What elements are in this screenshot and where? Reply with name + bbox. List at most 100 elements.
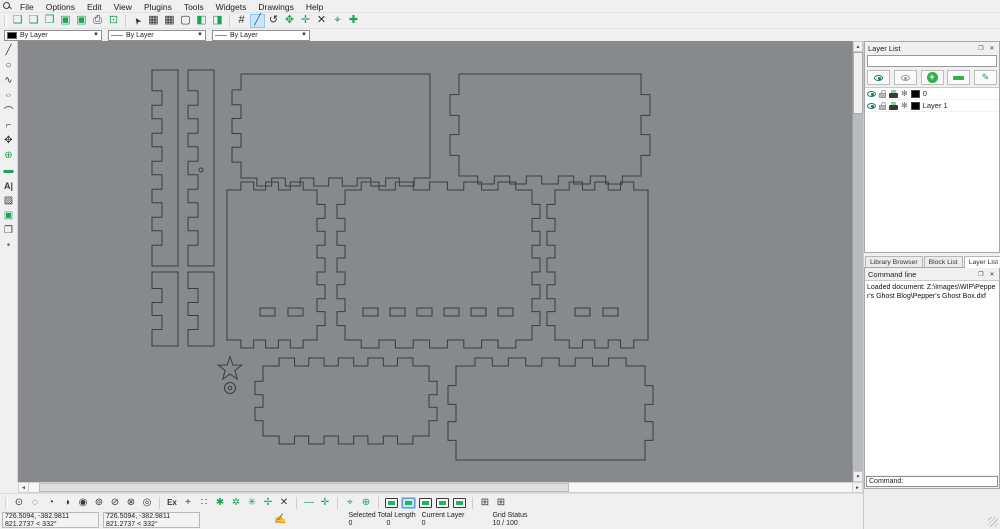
menu-tools[interactable]: Tools: [179, 2, 209, 12]
layer-name[interactable]: Layer 1: [923, 101, 948, 110]
panel-mid-left-slot[interactable]: [260, 308, 275, 316]
toolbar-handle[interactable]: [5, 497, 8, 509]
relative-zero-icon[interactable]: ⌖: [343, 496, 357, 510]
layer-visible-icon[interactable]: [867, 91, 876, 97]
order-down-icon[interactable]: ◧: [194, 14, 209, 28]
export-image-2-icon[interactable]: ▦: [162, 14, 177, 28]
snap-distance-icon[interactable]: ⊘: [108, 496, 122, 510]
panel-mid-right-slot[interactable]: [603, 308, 618, 316]
save-icon[interactable]: ▣: [58, 14, 73, 28]
command-input[interactable]: Command:: [866, 476, 998, 487]
node-near-icon[interactable]: ✢: [261, 496, 275, 510]
strip-c[interactable]: [152, 272, 178, 346]
export-image-icon[interactable]: ▦: [146, 14, 161, 28]
vertical-scroll-thumb[interactable]: [853, 52, 863, 114]
width-combo[interactable]: By Layer ▼: [108, 30, 206, 41]
menu-file[interactable]: File: [15, 2, 39, 12]
print-icon[interactable]: ⎙: [90, 14, 105, 28]
drawing-canvas[interactable]: [18, 41, 852, 482]
scroll-right-icon[interactable]: ►: [852, 482, 863, 493]
snap-center-icon[interactable]: ◉: [76, 496, 90, 510]
snap-endpoint-icon[interactable]: ◔: [44, 496, 58, 510]
text-tool-icon[interactable]: A|: [1, 178, 16, 193]
linetype-combo[interactable]: By Layer ▼: [212, 30, 310, 41]
point-tool-icon[interactable]: •: [1, 238, 16, 253]
print-view-icon[interactable]: [453, 498, 466, 508]
layer-filter-input[interactable]: [867, 55, 997, 67]
new-sheet-2-icon[interactable]: ⊞: [494, 496, 508, 510]
panel-mid-left[interactable]: [227, 182, 325, 348]
scroll-left-icon[interactable]: ◄: [18, 482, 29, 493]
normal-view-icon[interactable]: [402, 498, 415, 508]
tab-library-browser[interactable]: Library Browser: [865, 256, 923, 267]
layer-row[interactable]: ✻ 0: [865, 88, 999, 100]
dimension-tool-icon[interactable]: ▬: [1, 163, 16, 178]
layer-lock-icon[interactable]: [879, 105, 886, 110]
menu-widgets[interactable]: Widgets: [211, 2, 252, 12]
open-file-icon[interactable]: ❐: [42, 14, 57, 28]
menu-edit[interactable]: Edit: [82, 2, 107, 12]
menu-view[interactable]: View: [109, 2, 137, 12]
grid-toggle-icon[interactable]: #: [234, 14, 249, 28]
panel-top-mid[interactable]: [232, 74, 430, 186]
block-tool-icon[interactable]: ❐: [1, 223, 16, 238]
position-icon[interactable]: ⌖: [330, 14, 345, 28]
layer-construction-icon[interactable]: ✻: [901, 102, 908, 110]
float-panel-icon[interactable]: ❐: [977, 45, 985, 52]
close-panel-icon[interactable]: ✕: [988, 45, 996, 52]
hatch-tool-icon[interactable]: ▨: [1, 193, 16, 208]
hide-all-layers-button[interactable]: [894, 70, 917, 85]
snap-intersection-icon[interactable]: ⊗: [124, 496, 138, 510]
layer-print-icon[interactable]: [889, 93, 898, 98]
panel-mid-right-slot[interactable]: [575, 308, 590, 316]
layer-construction-icon[interactable]: ✻: [901, 90, 908, 98]
new-sheet-icon[interactable]: ⊞: [478, 496, 492, 510]
menu-plugins[interactable]: Plugins: [139, 2, 177, 12]
new-file-icon[interactable]: ❏: [10, 14, 25, 28]
print-preview-icon[interactable]: ⊡: [106, 14, 121, 28]
delete-entity-icon[interactable]: ✕: [314, 14, 329, 28]
strip-a[interactable]: [152, 70, 178, 266]
full-view-icon[interactable]: [436, 498, 449, 508]
tab-layer-list[interactable]: Layer List: [964, 256, 1000, 268]
restrict-horizontal-icon[interactable]: —: [302, 496, 316, 510]
panel-mid-center[interactable]: [337, 182, 540, 348]
color-combo[interactable]: By Layer ▼: [4, 30, 102, 41]
layer-name[interactable]: 0: [923, 89, 927, 98]
line-tool-icon[interactable]: ╱: [1, 43, 16, 58]
layer-color-swatch[interactable]: [911, 90, 920, 98]
edit-layer-button[interactable]: ✎: [974, 70, 997, 85]
washer-outer[interactable]: [225, 383, 236, 394]
draft-mode-icon[interactable]: ╱: [250, 14, 265, 28]
float-panel-icon[interactable]: ❐: [977, 271, 985, 278]
panel-mid-center-slot[interactable]: [363, 308, 378, 316]
snap-free-icon[interactable]: ⊙: [12, 496, 26, 510]
panel-mid-center-slot[interactable]: [417, 308, 432, 316]
layer-lock-icon[interactable]: [879, 93, 886, 98]
lock-relative-zero-icon[interactable]: ⊕: [359, 496, 373, 510]
node-delete-icon[interactable]: ✕: [277, 496, 291, 510]
panel-mid-center-slot[interactable]: [471, 308, 486, 316]
vertical-scroll-track[interactable]: [853, 52, 863, 471]
toolbar-handle[interactable]: [4, 15, 7, 27]
close-panel-icon[interactable]: ✕: [988, 271, 996, 278]
order-up-icon[interactable]: ◨: [210, 14, 225, 28]
layer-color-swatch[interactable]: [911, 102, 920, 110]
tab-block-list[interactable]: Block List: [924, 256, 963, 267]
resize-grip[interactable]: [988, 517, 998, 527]
layer-visible-icon[interactable]: [867, 103, 876, 109]
grid-points-icon[interactable]: ∷: [197, 496, 211, 510]
circle-tool-icon[interactable]: ○: [1, 58, 16, 73]
add-entity-icon[interactable]: ✛: [298, 14, 313, 28]
menu-help[interactable]: Help: [301, 2, 328, 12]
panel-top-right[interactable]: [450, 74, 650, 184]
washer-inner[interactable]: [228, 386, 232, 390]
scroll-down-icon[interactable]: ▼: [853, 471, 863, 482]
star-shape[interactable]: [218, 357, 242, 380]
menu-options[interactable]: Options: [41, 2, 80, 12]
zoom-tool-icon[interactable]: ⊕: [1, 148, 16, 163]
exclusive-snap-button[interactable]: Ex: [165, 496, 179, 510]
layer-row[interactable]: ✻ Layer 1: [865, 100, 999, 112]
panel-mid-center-slot[interactable]: [498, 308, 513, 316]
panel-bottom-left[interactable]: [255, 358, 437, 444]
